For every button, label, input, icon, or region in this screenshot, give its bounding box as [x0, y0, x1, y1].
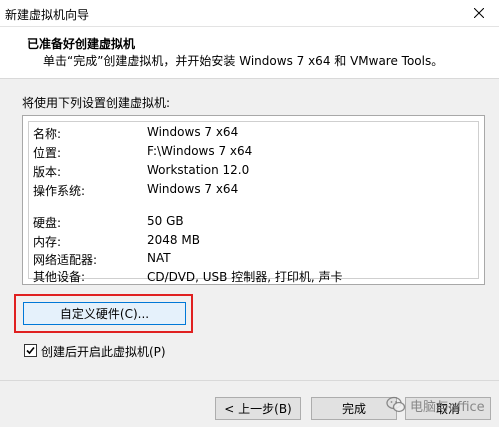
checkmark-icon [26, 346, 35, 355]
summary-row-version: 版本: Workstation 12.0 [29, 163, 478, 179]
summary-value: 50 GB [147, 214, 184, 228]
summary-key: 操作系统: [33, 184, 86, 198]
watermark: 电脑与office [386, 393, 485, 417]
wechat-icon [386, 396, 406, 413]
highlight-annotation [14, 294, 193, 333]
summary-value: CD/DVD, USB 控制器, 打印机, 声卡 [147, 270, 343, 284]
back-button[interactable]: < 上一步(B) [215, 397, 301, 420]
page-title: 已准备好创建虚拟机 [27, 37, 136, 51]
wizard-header: 已准备好创建虚拟机 单击“完成”创建虚拟机，并开始安装 Windows 7 x6… [0, 27, 499, 79]
summary-row-memory: 内存: 2048 MB [29, 233, 478, 249]
summary-intro-label: 将使用下列设置创建虚拟机: [22, 96, 171, 110]
summary-key: 名称: [33, 127, 62, 141]
watermark-text: 电脑与office [410, 399, 485, 415]
summary-value: F:\Windows 7 x64 [147, 144, 253, 158]
page-subtitle: 单击“完成”创建虚拟机，并开始安装 Windows 7 x64 和 VMware… [43, 54, 444, 68]
power-on-checkbox[interactable] [24, 344, 37, 357]
summary-key: 网络适配器: [33, 253, 98, 267]
footer-divider [0, 380, 499, 381]
summary-value: Workstation 12.0 [147, 163, 250, 177]
power-on-checkbox-label[interactable]: 创建后开启此虚拟机(P) [41, 343, 166, 360]
summary-value: 2048 MB [147, 233, 200, 247]
summary-key: 内存: [33, 235, 62, 249]
summary-box: 名称: Windows 7 x64 位置: F:\Windows 7 x64 版… [22, 115, 485, 285]
summary-value: Windows 7 x64 [147, 182, 239, 196]
summary-row-name: 名称: Windows 7 x64 [29, 125, 478, 141]
title-bar: 新建虚拟机向导 [0, 0, 499, 27]
summary-row-network: 网络适配器: NAT [29, 251, 478, 267]
finish-button[interactable]: 完成 [311, 397, 397, 420]
summary-value: NAT [147, 251, 171, 265]
summary-row-location: 位置: F:\Windows 7 x64 [29, 144, 478, 160]
close-icon [474, 8, 484, 18]
summary-key: 其他设备: [33, 270, 86, 284]
summary-value: Windows 7 x64 [147, 125, 239, 139]
summary-row-disk: 硬盘: 50 GB [29, 214, 478, 230]
summary-key: 硬盘: [33, 216, 62, 230]
summary-list: 名称: Windows 7 x64 位置: F:\Windows 7 x64 版… [28, 121, 479, 284]
summary-row-os: 操作系统: Windows 7 x64 [29, 182, 478, 198]
window-title: 新建虚拟机向导 [5, 8, 90, 22]
summary-key: 版本: [33, 165, 62, 179]
close-button[interactable] [459, 0, 499, 26]
summary-key: 位置: [33, 146, 62, 160]
summary-row-devices: 其他设备: CD/DVD, USB 控制器, 打印机, 声卡 [29, 268, 478, 284]
